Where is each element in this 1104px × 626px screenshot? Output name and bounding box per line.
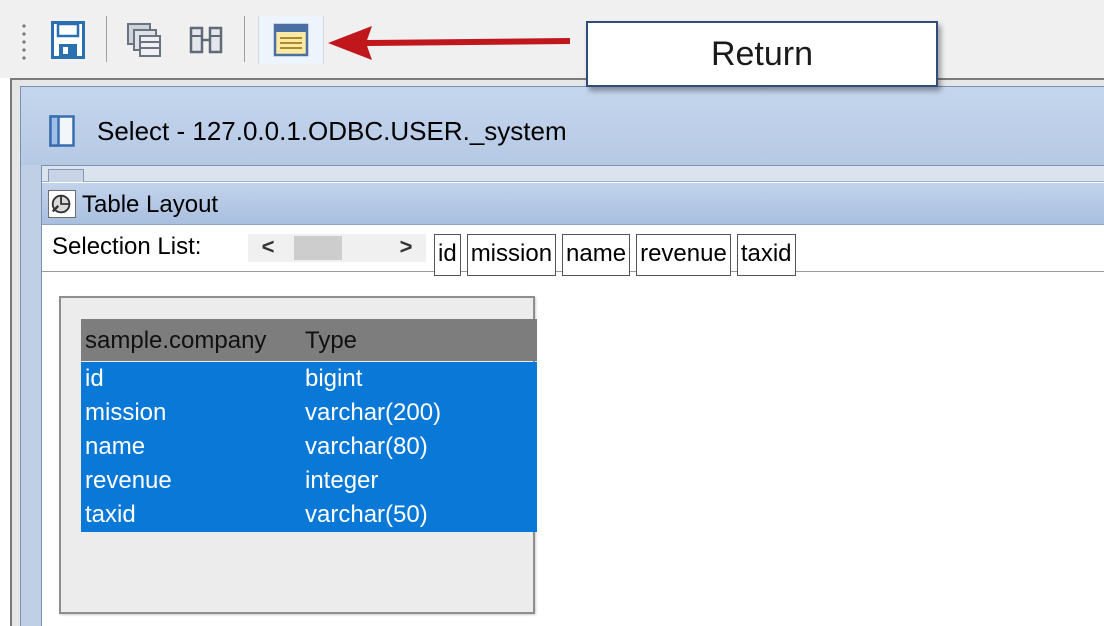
table-row[interactable]: mission varchar(200): [81, 399, 537, 433]
return-callout-label: Return: [710, 34, 814, 73]
table-layout-titlebar[interactable]: Table Layout: [42, 183, 1104, 225]
column-name: name: [85, 433, 146, 460]
column-type: bigint: [305, 365, 363, 392]
header-table-name: sample.company: [85, 327, 267, 354]
table-row[interactable]: revenue integer: [81, 467, 537, 501]
table-row[interactable]: taxid varchar(50): [81, 501, 537, 535]
select-window-titlebar[interactable]: Select - 127.0.0.1.ODBC.USER._system: [21, 87, 1104, 165]
window-icon: [49, 115, 75, 147]
column-type: varchar(50): [305, 501, 428, 528]
scroll-right-button[interactable]: >: [386, 234, 426, 262]
arrow-icon: [328, 26, 571, 60]
column-name: taxid: [85, 501, 136, 528]
selection-list-items: id mission name revenue taxid: [434, 234, 796, 276]
table-row[interactable]: name varchar(80): [81, 433, 537, 467]
toolbar-separator: [106, 16, 107, 62]
window-tab[interactable]: [48, 169, 84, 182]
column-name: id: [85, 365, 104, 392]
columns-icon: [189, 26, 223, 54]
toolbar-separator: [244, 16, 245, 62]
table-row[interactable]: id bigint: [81, 365, 537, 399]
selection-item-name[interactable]: name: [562, 234, 631, 276]
selection-list-bar: Selection List: < > id mission name reve…: [42, 226, 1104, 276]
scroll-left-button[interactable]: <: [248, 234, 288, 262]
column-type: integer: [305, 467, 379, 494]
stack-button[interactable]: [124, 16, 164, 64]
list-button[interactable]: [258, 16, 324, 64]
table-layout-title: Table Layout: [82, 191, 219, 218]
table-box[interactable]: sample.company Type id bigint mission va…: [59, 296, 537, 614]
selection-scroller[interactable]: < >: [248, 234, 426, 262]
column-name: mission: [85, 399, 167, 426]
column-type: varchar(80): [305, 433, 428, 460]
stack-icon: [127, 23, 161, 57]
columns-button[interactable]: [186, 16, 226, 64]
save-button[interactable]: [48, 16, 88, 64]
selection-list-label: Selection List:: [52, 233, 202, 260]
header-type: Type: [305, 327, 358, 354]
table-body: id bigint mission varchar(200) name varc…: [81, 362, 537, 532]
toolbar-grip[interactable]: [22, 22, 26, 64]
selection-item-mission[interactable]: mission: [466, 234, 557, 276]
selection-item-id[interactable]: id: [434, 234, 461, 276]
table-header: sample.company Type: [81, 319, 537, 361]
selection-item-taxid[interactable]: taxid: [736, 234, 796, 276]
scroll-thumb[interactable]: [294, 236, 342, 260]
layout-icon: [48, 190, 76, 218]
selection-item-revenue[interactable]: revenue: [636, 234, 731, 276]
window-tab-strip: [42, 166, 1104, 182]
return-callout: Return: [586, 21, 938, 87]
column-name: revenue: [85, 467, 172, 494]
window-title: Select - 127.0.0.1.ODBC.USER._system: [97, 116, 567, 146]
save-icon: [51, 21, 85, 59]
column-type: varchar(200): [305, 399, 442, 426]
list-icon: [273, 23, 309, 57]
